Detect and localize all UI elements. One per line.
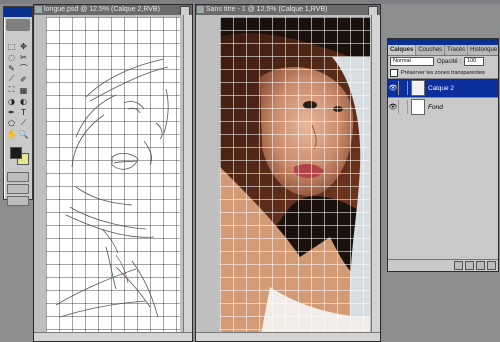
toolbox-titlebar[interactable] <box>4 7 32 17</box>
eye-icon[interactable]: 👁 <box>388 103 398 111</box>
crop-tool-icon[interactable]: ✎ <box>6 63 17 73</box>
hand-tool-icon[interactable]: ✋ <box>6 129 17 139</box>
layer-row-fond[interactable]: 👁 Fond <box>388 97 498 116</box>
eyedropper-tool-icon[interactable]: ⟋ <box>18 118 29 128</box>
eye-icon[interactable]: 👁 <box>388 84 398 92</box>
blend-mode-select[interactable]: Normal <box>390 57 434 66</box>
layer-style-icon[interactable] <box>454 261 463 270</box>
opacity-label: Opacité : <box>437 58 462 65</box>
brush-link-icon[interactable] <box>398 81 408 95</box>
type-tool-icon[interactable]: T <box>18 107 29 117</box>
sketch-canvas[interactable] <box>46 17 180 335</box>
standard-mode-button[interactable] <box>7 172 29 182</box>
healing-brush-tool-icon[interactable]: ⟋ <box>6 74 17 84</box>
document-window-photo: Sans titre - 1 @ 12.5% (Calque 1,RVB) <box>195 4 381 342</box>
close-button[interactable] <box>180 6 190 15</box>
layers-empty-area <box>388 119 498 259</box>
tab-layers[interactable]: Calques <box>388 45 417 55</box>
horizontal-scrollbar[interactable] <box>196 332 380 341</box>
new-set-icon[interactable] <box>465 261 474 270</box>
layer-row-calque-2[interactable]: 👁 Calque 2 <box>388 78 498 97</box>
tool-grid: ⬚ ✥ ◌ ✂ ✎ ⌒ ⟋ ✐ ⛶ ▦ ◑ ◐ ✒ T ⬠ ⟋ ✋ 🔍 <box>6 41 30 140</box>
foreground-color-swatch[interactable] <box>10 147 22 159</box>
trash-icon[interactable] <box>487 261 496 270</box>
palette-tabs: Calques Couches Tracés Historique <box>388 45 500 56</box>
layer-thumbnail <box>411 80 425 96</box>
photo-grid-overlay <box>220 17 370 339</box>
opacity-input[interactable]: 100 <box>464 57 485 66</box>
pen-tool-icon[interactable]: ✒ <box>6 107 17 117</box>
marquee-tool-icon[interactable]: ⬚ <box>6 41 17 51</box>
tab-history[interactable]: Historique <box>468 45 500 55</box>
horizontal-scrollbar[interactable] <box>34 332 192 341</box>
move-tool-icon[interactable]: ✥ <box>18 41 29 51</box>
new-layer-icon[interactable] <box>476 261 485 270</box>
document-window-sketch: longue.psd @ 12.5% (Calque 2,RVB) <box>33 4 193 342</box>
layers-palette: Calques Couches Tracés Historique Normal… <box>387 38 500 272</box>
gradient-tool-icon[interactable]: ◐ <box>18 96 29 106</box>
jump-to-button[interactable] <box>7 196 29 206</box>
layer-thumbnail <box>411 99 425 115</box>
brush-link-icon[interactable] <box>398 100 408 114</box>
toolbox-palette: ⬚ ✥ ◌ ✂ ✎ ⌒ ⟋ ✐ ⛶ ▦ ◑ ◐ ✒ T ⬠ ⟋ ✋ 🔍 <box>3 6 33 206</box>
tab-paths[interactable]: Tracés <box>445 45 469 55</box>
document-title: longue.psd @ 12.5% (Calque 2,RVB) <box>44 6 160 13</box>
clone-stamp-tool-icon[interactable]: ⛶ <box>6 85 17 95</box>
preserve-transparency-row: Préserver les zones transparentes <box>388 67 498 78</box>
eraser-tool-icon[interactable]: ◑ <box>6 96 17 106</box>
vertical-scrollbar[interactable] <box>183 15 192 333</box>
photoshop-logo-icon[interactable] <box>6 19 30 31</box>
document-titlebar[interactable]: longue.psd @ 12.5% (Calque 2,RVB) <box>34 5 192 15</box>
history-brush-tool-icon[interactable]: ▦ <box>18 85 29 95</box>
preserve-transparency-label: Préserver les zones transparentes <box>401 69 485 76</box>
pencil-sketch <box>55 58 169 318</box>
palette-bottom-bar <box>388 259 498 271</box>
vertical-scrollbar[interactable] <box>371 15 380 333</box>
magic-wand-tool-icon[interactable]: ✂ <box>18 52 29 62</box>
photo-canvas[interactable] <box>220 17 370 339</box>
document-titlebar[interactable]: Sans titre - 1 @ 12.5% (Calque 1,RVB) <box>196 5 380 15</box>
document-icon <box>35 6 42 13</box>
layer-name: Calque 2 <box>428 84 455 92</box>
mode-buttons <box>7 172 29 208</box>
screen-mode-button[interactable] <box>7 184 29 194</box>
lasso-tool-icon[interactable]: ◌ <box>6 52 17 62</box>
blend-opacity-row: Normal Opacité : 100 <box>388 56 498 67</box>
tab-channels[interactable]: Couches <box>416 45 446 55</box>
close-button[interactable] <box>368 6 378 15</box>
document-icon <box>197 6 204 13</box>
document-title: Sans titre - 1 @ 12.5% (Calque 1,RVB) <box>206 6 328 13</box>
layer-name: Fond <box>428 103 443 111</box>
zoom-tool-icon[interactable]: 🔍 <box>18 129 29 139</box>
shape-tool-icon[interactable]: ⬠ <box>6 118 17 128</box>
preserve-transparency-checkbox[interactable] <box>390 68 398 77</box>
slice-tool-icon[interactable]: ⌒ <box>18 63 29 73</box>
brush-tool-icon[interactable]: ✐ <box>18 74 29 84</box>
